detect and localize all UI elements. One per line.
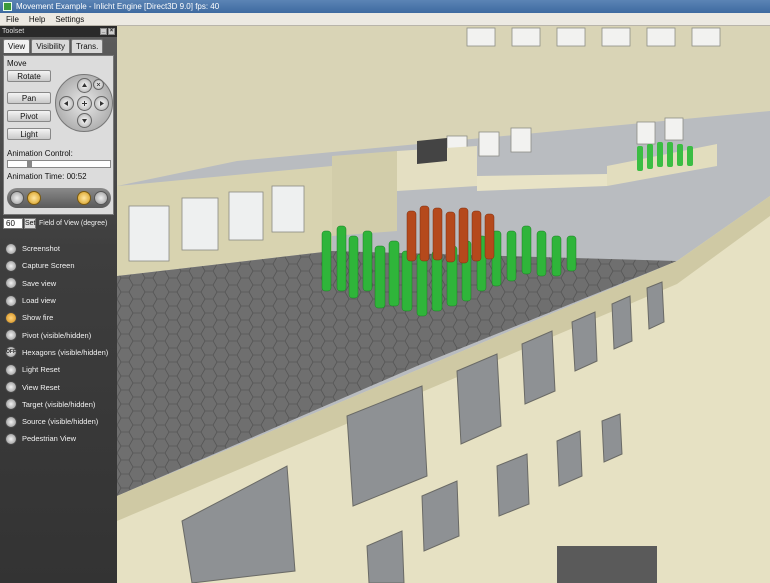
tab-view[interactable]: View bbox=[3, 39, 31, 53]
stairwell bbox=[557, 546, 657, 583]
pause-icon[interactable] bbox=[94, 191, 108, 205]
move-label: Move bbox=[7, 59, 27, 68]
action-list: Screenshot Capture Screen Save view Load… bbox=[5, 240, 108, 448]
animation-time-value: 00:52 bbox=[66, 172, 87, 181]
tab-trans[interactable]: Trans. bbox=[70, 39, 104, 53]
fov-set-button[interactable]: Set bbox=[24, 218, 36, 229]
fov-input[interactable]: 60 bbox=[3, 218, 23, 229]
rewind-icon[interactable] bbox=[10, 191, 24, 205]
pivot-icon bbox=[5, 329, 17, 342]
field-of-view-control: 60 Set Field of View (degree) bbox=[3, 218, 107, 229]
toolset-panel: Toolset _ × View Visibility Trans. Move … bbox=[0, 26, 117, 583]
pedestrian-view-action[interactable]: Pedestrian View bbox=[5, 430, 108, 447]
fire-icon bbox=[5, 311, 17, 324]
center-plus-icon[interactable] bbox=[77, 96, 92, 111]
show-fire-action[interactable]: Show fire bbox=[5, 309, 108, 326]
arrow-right-icon[interactable] bbox=[94, 96, 109, 111]
menu-bar: File Help Settings bbox=[0, 13, 770, 26]
source-toggle-action[interactable]: Source (visible/hidden) bbox=[5, 413, 108, 430]
app-icon bbox=[3, 2, 12, 11]
building-scene bbox=[117, 26, 770, 583]
window-title: Movement Example - Inlicht Engine [Direc… bbox=[16, 2, 220, 11]
animation-control-label: Animation Control: bbox=[7, 149, 73, 158]
step-back-icon[interactable] bbox=[27, 191, 41, 205]
pan-button[interactable]: Pan bbox=[7, 92, 51, 104]
toolset-tabs: View Visibility Trans. bbox=[3, 39, 104, 53]
navigation-pad[interactable] bbox=[55, 74, 113, 132]
toolset-header: Toolset _ × bbox=[0, 26, 117, 37]
source-icon bbox=[5, 415, 17, 428]
animation-time-label: Animation Time: bbox=[7, 172, 65, 181]
pivot-button[interactable]: Pivot bbox=[7, 110, 51, 122]
minimize-icon[interactable]: _ bbox=[100, 28, 107, 35]
view-reset-icon bbox=[5, 381, 17, 394]
save-view-action[interactable]: Save view bbox=[5, 275, 108, 292]
pivot-toggle-action[interactable]: Pivot (visible/hidden) bbox=[5, 326, 108, 343]
fov-label: Field of View (degree) bbox=[39, 220, 108, 227]
playback-controls bbox=[7, 188, 111, 208]
target-icon bbox=[5, 398, 17, 411]
rotate-button[interactable]: Rotate bbox=[7, 70, 51, 82]
hexagon-toggle-icon: OFF bbox=[5, 346, 17, 359]
load-view-icon bbox=[5, 294, 17, 307]
capture-screen-action[interactable]: Capture Screen bbox=[5, 257, 108, 274]
tab-visibility[interactable]: Visibility bbox=[31, 39, 70, 53]
menu-file[interactable]: File bbox=[6, 15, 19, 24]
window-titlebar: Movement Example - Inlicht Engine [Direc… bbox=[0, 0, 770, 13]
animation-time: Animation Time: 00:52 bbox=[7, 172, 87, 181]
3d-viewport[interactable] bbox=[117, 26, 770, 583]
light-reset-action[interactable]: Light Reset bbox=[5, 361, 108, 378]
light-button[interactable]: Light bbox=[7, 128, 51, 140]
hexagons-toggle-action[interactable]: OFF Hexagons (visible/hidden) bbox=[5, 344, 108, 361]
capture-icon bbox=[5, 259, 17, 272]
light-reset-icon bbox=[5, 363, 17, 376]
menu-settings[interactable]: Settings bbox=[55, 15, 84, 24]
load-view-action[interactable]: Load view bbox=[5, 292, 108, 309]
pedestrian-icon bbox=[5, 432, 17, 445]
stairs bbox=[417, 138, 447, 164]
play-icon[interactable] bbox=[77, 191, 91, 205]
close-icon[interactable]: × bbox=[108, 28, 115, 35]
animation-slider-thumb[interactable] bbox=[27, 161, 33, 167]
screenshot-action[interactable]: Screenshot bbox=[5, 240, 108, 257]
view-reset-action[interactable]: View Reset bbox=[5, 378, 108, 395]
camera-icon bbox=[5, 242, 17, 255]
reset-orientation-icon[interactable] bbox=[93, 79, 104, 90]
arrow-down-icon[interactable] bbox=[77, 113, 92, 128]
menu-help[interactable]: Help bbox=[29, 15, 45, 24]
save-view-icon bbox=[5, 277, 17, 290]
toolset-title: Toolset bbox=[2, 28, 25, 35]
arrow-left-icon[interactable] bbox=[59, 96, 74, 111]
animation-slider[interactable] bbox=[7, 160, 111, 168]
target-toggle-action[interactable]: Target (visible/hidden) bbox=[5, 396, 108, 413]
arrow-up-icon[interactable] bbox=[77, 78, 92, 93]
view-panel: Move Rotate Pan Pivot Light Animation Co… bbox=[3, 55, 114, 215]
